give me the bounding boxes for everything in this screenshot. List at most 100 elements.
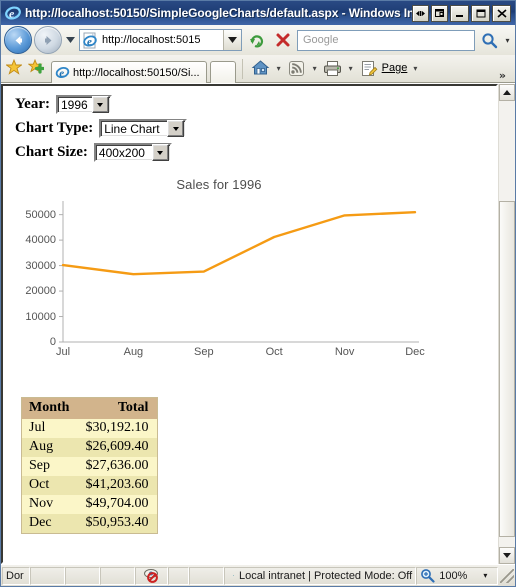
chart-size-select-chevron-down-icon[interactable] — [151, 144, 169, 161]
address-dropdown-icon[interactable] — [223, 30, 241, 50]
cell-month: Dec — [21, 514, 79, 534]
vertical-scrollbar[interactable] — [498, 84, 515, 564]
refresh-button[interactable] — [245, 28, 269, 52]
cell-month: Jul — [21, 419, 79, 438]
status-slot-3 — [99, 566, 135, 585]
x-axis-tick-label: Sep — [194, 346, 214, 358]
chart-canvas — [59, 201, 419, 343]
home-dropdown-icon[interactable]: ▾ — [274, 64, 284, 73]
page-menu-label[interactable]: Page — [382, 62, 410, 74]
zoom-icon — [421, 569, 435, 583]
web-page: Year: 1996 Chart Type: Line Chart Chart … — [3, 86, 496, 562]
year-label: Year: — [15, 96, 50, 112]
page-dropdown-icon[interactable]: ▾ — [410, 64, 420, 73]
security-zone-cell[interactable]: Local intranet | Protected Mode: Off — [224, 566, 417, 585]
cell-month: Aug — [21, 438, 79, 457]
favorites-group — [4, 54, 48, 82]
stop-button[interactable] — [271, 28, 295, 52]
x-axis-tick-label: Aug — [123, 346, 144, 358]
feeds-dropdown-icon[interactable]: ▾ — [310, 64, 320, 73]
command-bar: ▾ ▾ ▾ Page ▾ — [249, 54, 421, 82]
chart-type-select[interactable]: Line Chart — [99, 119, 188, 138]
address-input[interactable]: http://localhost:5015 — [102, 34, 223, 46]
close-button[interactable] — [492, 4, 511, 22]
sales-table: Month Total Jul $30,192.10 Aug $26,609.40 Se… — [21, 397, 159, 534]
svg-text:e: e — [9, 7, 15, 21]
internet-explorer-icon: e — [5, 5, 21, 21]
year-select-chevron-down-icon[interactable] — [91, 96, 109, 113]
x-axis-tick-label: Oct — [265, 346, 283, 358]
x-axis-tick-label: Jul — [55, 346, 71, 358]
y-axis-tick-label: 30000 — [25, 259, 56, 272]
cell-total: $30,192.10 — [78, 419, 158, 438]
local-intranet-icon — [233, 575, 234, 576]
status-slot-4 — [168, 566, 190, 585]
page-menu-icon[interactable] — [357, 56, 381, 80]
svg-text:e: e — [59, 68, 64, 80]
new-tab-button[interactable] — [209, 61, 236, 83]
toolbar-separator — [241, 58, 243, 79]
cell-month: Sep — [21, 457, 79, 476]
year-select[interactable]: 1996 — [55, 95, 112, 114]
chart-type-row: Chart Type: Line Chart — [15, 118, 496, 139]
x-axis-tick-label: Nov — [334, 346, 355, 358]
status-slot-2 — [65, 566, 100, 585]
search-box[interactable]: Google — [297, 29, 475, 51]
feeds-icon[interactable] — [285, 56, 309, 80]
maximize-button[interactable] — [471, 4, 490, 22]
x-axis-tick-label: Dec — [405, 346, 425, 358]
chart-type-label: Chart Type: — [15, 120, 94, 136]
search-dropdown-icon[interactable]: ▾ — [503, 36, 512, 45]
back-button[interactable] — [4, 26, 32, 54]
status-slot-5 — [189, 566, 225, 585]
chart-type-select-chevron-down-icon[interactable] — [167, 120, 185, 137]
search-input[interactable]: Google — [298, 34, 338, 46]
resize-grip[interactable] — [500, 568, 514, 583]
favorites-star-icon[interactable] — [5, 58, 23, 78]
status-slot-1 — [30, 566, 66, 585]
sales-line-chart: Sales for 1996 0 10000 20000 30000 40000 5000… — [19, 177, 425, 377]
cell-total: $41,203.60 — [78, 476, 158, 495]
y-axis-tick-label: 10000 — [25, 310, 56, 323]
y-axis-tick-label: 20000 — [25, 285, 56, 298]
zoom-control[interactable]: 100% ▾ — [416, 566, 498, 585]
page-icon: e — [82, 32, 99, 49]
zoom-level: 100% — [439, 569, 468, 582]
scrollbar-track[interactable] — [499, 101, 515, 547]
minimize-button[interactable] — [450, 4, 469, 22]
y-axis-tick-label: 40000 — [25, 234, 56, 247]
scroll-down-button[interactable] — [499, 547, 515, 564]
chart-type-select-value: Line Chart — [104, 121, 160, 136]
tab-label: http://localhost:50150/Si... — [73, 66, 200, 79]
chart-size-select-value: 400x200 — [98, 145, 145, 160]
restore-size-button[interactable] — [412, 4, 429, 22]
chart-size-label: Chart Size: — [15, 144, 88, 160]
print-icon[interactable] — [321, 56, 345, 80]
scrollbar-thumb[interactable] — [499, 201, 515, 537]
blocked-popups-slot[interactable] — [134, 566, 169, 585]
cell-total: $27,636.00 — [78, 457, 158, 476]
year-select-value: 1996 — [60, 97, 88, 112]
popup-blocked-icon — [143, 569, 158, 583]
toolbar-overflow-icon[interactable]: » — [499, 69, 512, 82]
restore-window-button[interactable] — [431, 4, 448, 22]
home-icon[interactable] — [249, 56, 273, 80]
cell-month: Nov — [21, 495, 79, 514]
cell-total: $50,953.40 — [78, 514, 158, 534]
history-dropdown-button[interactable] — [64, 27, 77, 53]
browser-window: e http://localhost:50150/SimpleGoogleCha… — [0, 0, 516, 587]
print-dropdown-icon[interactable]: ▾ — [346, 64, 356, 73]
scroll-up-button[interactable] — [499, 84, 515, 101]
search-icon[interactable] — [477, 28, 501, 52]
tab-bar: e http://localhost:50150/Si... ▾ ▾ ▾ Pag… — [1, 55, 515, 83]
zoom-dropdown-icon[interactable]: ▾ — [483, 571, 487, 580]
forward-button[interactable] — [34, 26, 62, 54]
column-header-total: Total — [78, 397, 158, 419]
add-to-favorites-icon[interactable] — [27, 58, 46, 78]
table-header-row: Month Total — [21, 397, 158, 419]
chart-size-select[interactable]: 400x200 — [93, 143, 172, 162]
cell-total: $49,704.00 — [78, 495, 158, 514]
table-row: Jul $30,192.10 — [21, 419, 158, 438]
tab-item[interactable]: e http://localhost:50150/Si... — [51, 61, 207, 83]
address-bar[interactable]: e http://localhost:5015 — [79, 29, 242, 51]
